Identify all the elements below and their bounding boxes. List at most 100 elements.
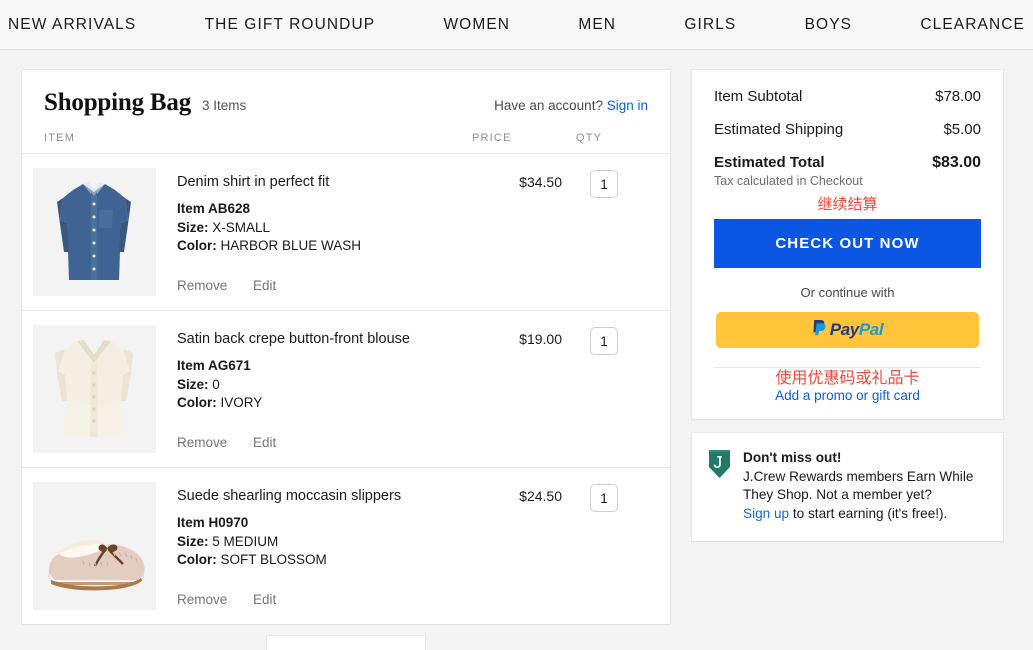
promo-annotation: 使用优惠码或礼品卡 xyxy=(714,368,981,390)
item-number: Item AG671 xyxy=(177,358,251,373)
shipping-row: Estimated Shipping $5.00 xyxy=(714,121,981,138)
item-size-label: Size: xyxy=(177,220,209,235)
primary-navigation: NEW ARRIVALS THE GIFT ROUNDUP WOMEN MEN … xyxy=(0,0,1033,50)
paypal-wordmark: PayPal xyxy=(830,320,883,340)
moccasin-slipper-thumbnail[interactable] xyxy=(33,482,156,610)
item-size-label: Size: xyxy=(177,377,209,392)
gift-options-area: Gift Options xyxy=(22,636,670,650)
item-color-value: IVORY xyxy=(221,395,263,410)
item-color-label: Color: xyxy=(177,552,217,567)
jcrew-shield-icon xyxy=(708,449,731,479)
shipping-value: $5.00 xyxy=(943,121,981,138)
rewards-line-3: to start earning (it's free!). xyxy=(789,506,947,521)
quantity-stepper[interactable]: 1 xyxy=(590,327,618,355)
remove-link[interactable]: Remove xyxy=(177,278,227,293)
item-price: $34.50 xyxy=(472,168,576,296)
remove-link[interactable]: Remove xyxy=(177,435,227,450)
item-name[interactable]: Suede shearling moccasin slippers xyxy=(177,488,472,504)
account-prompt-label: Have an account? xyxy=(494,98,603,113)
item-size-value: X-SMALL xyxy=(212,220,270,235)
shopping-bag-card: Shopping Bag 3 Items Have an account? Si… xyxy=(22,70,670,624)
item-meta: Item H0970 Size: 5 MEDIUM Color: SOFT BL… xyxy=(177,514,472,570)
subtotal-value: $78.00 xyxy=(935,88,981,105)
item-color-value: SOFT BLOSSOM xyxy=(221,552,327,567)
subtotal-row: Item Subtotal $78.00 xyxy=(714,88,981,105)
table-row: Suede shearling moccasin slippers Item H… xyxy=(22,468,670,624)
account-prompt: Have an account? Sign in xyxy=(494,98,648,113)
item-meta: Item AG671 Size: 0 Color: IVORY xyxy=(177,357,472,413)
item-price: $24.50 xyxy=(472,482,576,610)
edit-link[interactable]: Edit xyxy=(253,278,276,293)
remove-link[interactable]: Remove xyxy=(177,592,227,607)
nav-item-the-gift-roundup[interactable]: THE GIFT ROUNDUP xyxy=(199,16,382,34)
ivory-blouse-thumbnail[interactable] xyxy=(33,325,156,453)
gift-options-button[interactable]: Gift Options xyxy=(267,636,426,650)
edit-link[interactable]: Edit xyxy=(253,592,276,607)
nav-item-women[interactable]: WOMEN xyxy=(437,16,516,34)
shopping-bag-header: Shopping Bag 3 Items Have an account? Si… xyxy=(22,70,670,117)
item-color-label: Color: xyxy=(177,395,217,410)
table-column-headers: ITEM PRICE QTY xyxy=(22,117,670,154)
promo-area: 使用优惠码或礼品卡 Add a promo or gift card xyxy=(692,368,1003,419)
rewards-text: Don't miss out! J.Crew Rewards members E… xyxy=(743,449,973,523)
nav-item-girls[interactable]: GIRLS xyxy=(678,16,742,34)
rewards-headline: Don't miss out! xyxy=(743,450,841,465)
total-value: $83.00 xyxy=(932,154,981,172)
check-out-now-button[interactable]: CHECK OUT NOW xyxy=(714,219,981,268)
or-continue-with-label: Or continue with xyxy=(714,285,981,300)
total-label: Estimated Total xyxy=(714,154,825,171)
item-price: $19.00 xyxy=(472,325,576,453)
item-details: Satin back crepe button-front blouse Ite… xyxy=(156,325,472,453)
item-size-label: Size: xyxy=(177,534,209,549)
item-size-value: 0 xyxy=(212,377,220,392)
item-details: Suede shearling moccasin slippers Item H… xyxy=(156,482,472,610)
shopping-bag-column: Shopping Bag 3 Items Have an account? Si… xyxy=(22,70,670,650)
item-quantity: 1 xyxy=(576,325,648,453)
tax-note: Tax calculated in Checkout xyxy=(714,174,981,188)
edit-link[interactable]: Edit xyxy=(253,435,276,450)
add-promo-or-gift-card-link[interactable]: Add a promo or gift card xyxy=(714,388,981,403)
sign-up-link[interactable]: Sign up xyxy=(743,506,789,521)
item-color-label: Color: xyxy=(177,238,217,253)
rewards-banner: Don't miss out! J.Crew Rewards members E… xyxy=(692,433,1003,541)
order-summary-card: Item Subtotal $78.00 Estimated Shipping … xyxy=(692,70,1003,419)
denim-shirt-thumbnail[interactable] xyxy=(33,168,156,296)
rewards-line-1: J.Crew Rewards members Earn While xyxy=(743,468,973,487)
item-actions: Remove Edit xyxy=(177,592,472,607)
item-details: Denim shirt in perfect fit Item AB628 Si… xyxy=(156,168,472,296)
rewards-line-2: They Shop. Not a member yet? xyxy=(743,486,973,505)
item-number: Item AB628 xyxy=(177,201,250,216)
nav-item-boys[interactable]: BOYS xyxy=(799,16,858,34)
item-actions: Remove Edit xyxy=(177,278,472,293)
nav-item-men[interactable]: MEN xyxy=(572,16,622,34)
item-count: 3 Items xyxy=(202,98,246,113)
item-meta: Item AB628 Size: X-SMALL Color: HARBOR B… xyxy=(177,200,472,256)
quantity-stepper[interactable]: 1 xyxy=(590,170,618,198)
column-header-item: ITEM xyxy=(44,132,472,144)
paypal-button[interactable]: PayPal xyxy=(716,312,979,348)
order-summary-column: Item Subtotal $78.00 Estimated Shipping … xyxy=(692,70,1003,541)
page-body: Shopping Bag 3 Items Have an account? Si… xyxy=(0,50,1033,650)
subtotal-label: Item Subtotal xyxy=(714,88,802,105)
item-quantity: 1 xyxy=(576,168,648,296)
order-summary: Item Subtotal $78.00 Estimated Shipping … xyxy=(692,70,1003,368)
item-size-value: 5 MEDIUM xyxy=(212,534,278,549)
item-number: Item H0970 xyxy=(177,515,248,530)
checkout-annotation: 继续结算 xyxy=(714,194,981,216)
nav-item-new-arrivals[interactable]: NEW ARRIVALS xyxy=(2,16,142,34)
column-header-price: PRICE xyxy=(472,132,576,144)
column-header-qty: QTY xyxy=(576,132,648,144)
item-actions: Remove Edit xyxy=(177,435,472,450)
page-title: Shopping Bag xyxy=(44,89,191,117)
quantity-stepper[interactable]: 1 xyxy=(590,484,618,512)
sign-in-link[interactable]: Sign in xyxy=(607,98,648,113)
item-color-value: HARBOR BLUE WASH xyxy=(221,238,362,253)
paypal-icon xyxy=(812,319,827,341)
shipping-label: Estimated Shipping xyxy=(714,121,843,138)
table-row: Satin back crepe button-front blouse Ite… xyxy=(22,311,670,468)
nav-item-clearance[interactable]: CLEARANCE xyxy=(914,16,1031,34)
item-name[interactable]: Denim shirt in perfect fit xyxy=(177,174,472,190)
total-row: Estimated Total $83.00 xyxy=(714,154,981,172)
table-row: Denim shirt in perfect fit Item AB628 Si… xyxy=(22,154,670,311)
item-name[interactable]: Satin back crepe button-front blouse xyxy=(177,331,472,347)
